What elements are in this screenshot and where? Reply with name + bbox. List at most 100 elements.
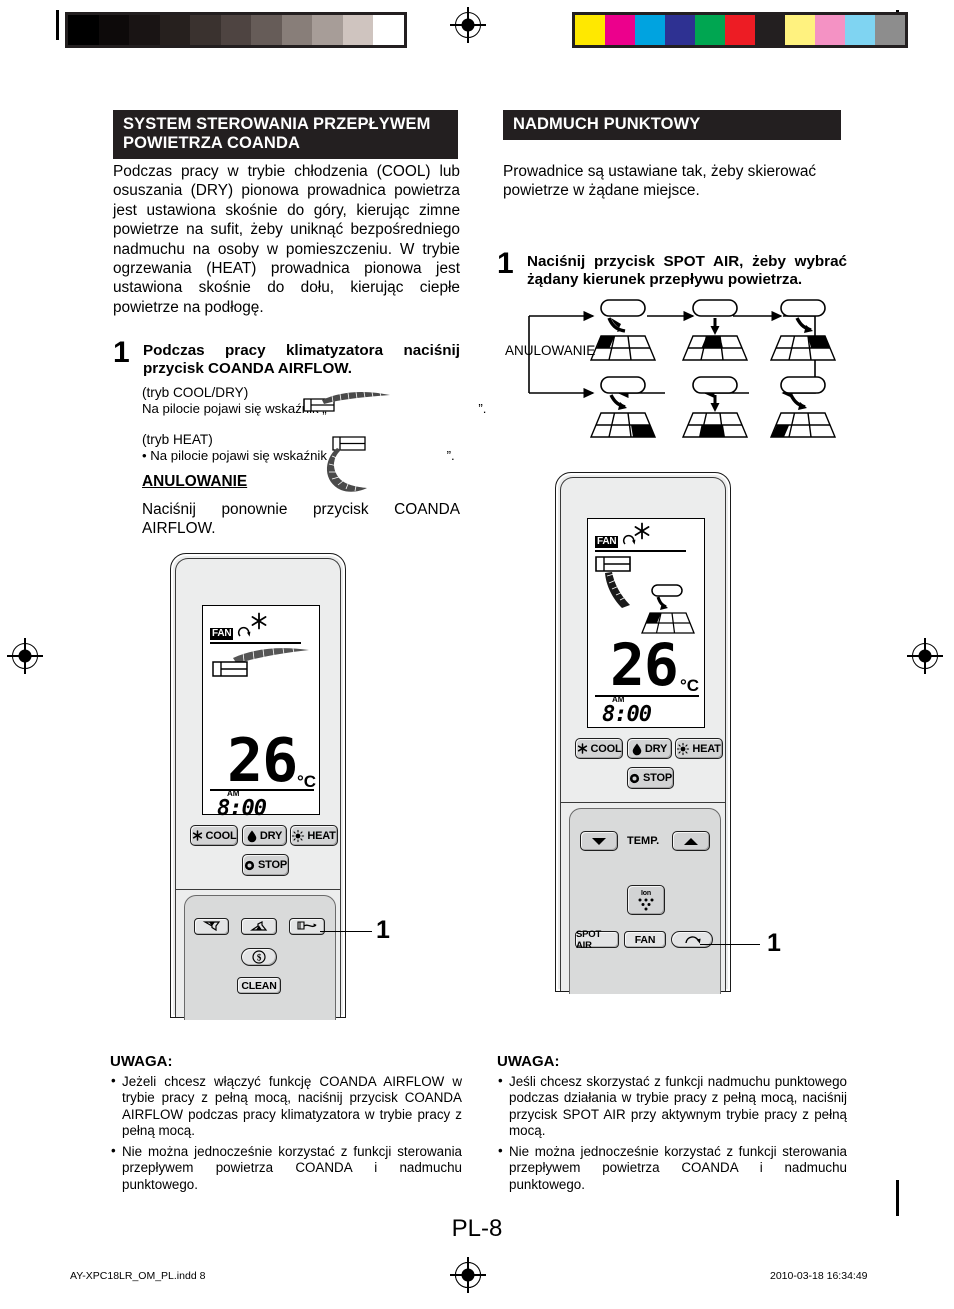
bullet: • — [498, 1143, 503, 1159]
water-drop-icon — [247, 830, 257, 842]
water-drop-icon — [632, 743, 642, 755]
left-intro-paragraph: Podczas pracy w trybie chłodzenia (COOL)… — [113, 163, 460, 316]
eco-button[interactable]: $ — [241, 948, 277, 966]
ion-button[interactable]: Ion — [627, 885, 665, 915]
right-remote-lcd: FAN 26 °C AM 8:00 — [587, 518, 705, 728]
temp-down-button[interactable] — [580, 831, 618, 851]
color-swatch-5 — [725, 15, 755, 45]
heat-button[interactable]: HEAT — [675, 738, 723, 759]
page-number: PL-8 — [451, 1215, 503, 1242]
left-note-title: UWAGA: — [110, 1053, 173, 1070]
spot-air-flow-diagram: ANULOWANIE — [497, 278, 847, 443]
left-remote-control: FAN 26 °C AM 8:00 COOL DRY HEAT STOP $ C… — [170, 553, 346, 1020]
lcd-underline — [595, 550, 686, 552]
left-mode-cool-label: (tryb COOL/DRY) — [142, 385, 249, 400]
right-intro-paragraph: Prowadnice są ustawiane tak, żeby skiero… — [503, 163, 817, 200]
left-callout-number: 1 — [376, 916, 390, 944]
left-mode-cool-line: Na pilocie pojawi się wskaźnik „ ”. — [142, 391, 487, 417]
lcd-divider — [595, 695, 699, 697]
lcd-temperature: 26 — [227, 726, 298, 796]
right-section-header: NADMUCH PUNKTOWY — [503, 110, 841, 140]
stop-button-label: STOP — [643, 772, 672, 784]
gray-swatch-0 — [68, 15, 99, 45]
right-section-header-text: NADMUCH PUNKTOWY — [503, 110, 841, 140]
diagram-cell-3 — [769, 299, 837, 361]
gray-swatch-5 — [220, 15, 251, 45]
lcd-clock: 8:00 — [217, 796, 267, 821]
stop-button-label: STOP — [258, 859, 287, 871]
dry-button[interactable]: DRY — [627, 738, 672, 759]
left-section-header: SYSTEM STEROWANIA PRZEPŁYWEM POWIETRZA C… — [113, 110, 458, 159]
color-swatch-2 — [635, 15, 665, 45]
triangle-down-icon — [591, 837, 607, 846]
left-mode-heat-text-after: ”. — [446, 448, 455, 463]
list-item: • Nie można jednocześnie korzystać z funk… — [110, 1143, 462, 1193]
stop-button[interactable]: STOP — [242, 854, 289, 876]
color-swatch-1 — [605, 15, 635, 45]
left-remote-lcd: FAN 26 °C AM 8:00 — [202, 605, 320, 821]
gray-swatch-8 — [312, 15, 343, 45]
temp-label: TEMP. — [627, 835, 660, 847]
diagram-cell-6 — [769, 376, 837, 438]
spot-air-button-label: SPOT AIR — [576, 928, 602, 951]
cool-button[interactable]: COOL — [575, 738, 623, 759]
footer-timestamp: 2010-03-18 16:34:49 — [770, 1270, 868, 1282]
crop-mark-bottom-right-v — [896, 1180, 899, 1216]
color-swatch-8 — [815, 15, 845, 45]
gray-swatch-1 — [98, 15, 129, 45]
heat-button-label: HEAT — [692, 742, 721, 755]
heat-button[interactable]: HEAT — [290, 825, 338, 846]
left-step-1-number: 1 — [113, 336, 130, 369]
color-swatch-9 — [845, 15, 875, 45]
swing-arrow-icon — [684, 934, 701, 945]
right-callout-line — [700, 944, 760, 946]
airflow-up-icon — [250, 921, 268, 932]
fan-button[interactable]: FAN — [624, 931, 666, 948]
diagram-cancel-label: ANULOWANIE — [505, 343, 596, 358]
gray-swatch-2 — [129, 15, 160, 45]
left-callout-line — [320, 931, 372, 933]
dry-button[interactable]: DRY — [242, 825, 287, 846]
right-note-item-1: Nie można jednocześnie korzystać z funkc… — [509, 1144, 847, 1192]
coanda-airflow-button[interactable] — [289, 918, 325, 935]
color-swatch-3 — [665, 15, 695, 45]
clean-button-label: CLEAN — [241, 979, 277, 992]
spot-air-diagram-svg — [528, 299, 837, 438]
svg-text:$: $ — [257, 953, 262, 963]
footer-filename: AY-XPC18LR_OM_PL.indd 8 — [70, 1270, 206, 1282]
dry-button-label: DRY — [259, 829, 283, 842]
left-mode-heat-text-before: • Na pilocie pojawi się wskaźnik „ — [142, 448, 335, 463]
dry-button-label: DRY — [644, 742, 668, 755]
diagram-cell-4 — [589, 376, 657, 438]
left-section-header-text: SYSTEM STEROWANIA PRZEPŁYWEM POWIETRZA C… — [113, 110, 458, 159]
lcd-fan-label: FAN — [210, 628, 234, 640]
diagram-cell-2 — [681, 299, 749, 361]
crop-mark-top-left-h — [56, 10, 59, 40]
clean-button[interactable]: CLEAN — [237, 977, 281, 994]
left-mode-heat-line: • Na pilocie pojawi się wskaźnik „ ”. — [142, 436, 455, 492]
air-direction-up-button[interactable] — [241, 918, 277, 935]
left-note-item-1: Nie można jednocześnie korzystać z funkc… — [122, 1144, 462, 1192]
left-cancel-text: Naciśnij ponownie przycisk COANDA AIRFLO… — [142, 501, 460, 538]
coanda-airflow-icon — [297, 921, 317, 932]
lcd-temperature: 26 — [610, 631, 679, 699]
right-remote-lower-panel: TEMP. Ion SPOT AIR FAN — [569, 808, 721, 994]
ion-dots-icon — [635, 897, 657, 913]
swing-button[interactable] — [671, 931, 713, 948]
air-direction-down-button[interactable] — [194, 918, 229, 935]
gray-swatch-3 — [159, 15, 190, 45]
spot-air-button[interactable]: SPOT AIR — [575, 928, 619, 951]
temp-up-button[interactable] — [672, 831, 710, 851]
snowflake-icon — [192, 830, 203, 841]
remote-panel-divider — [561, 802, 725, 804]
cool-button[interactable]: COOL — [190, 825, 238, 846]
gray-swatch-6 — [251, 15, 282, 45]
stop-button[interactable]: STOP — [627, 767, 674, 789]
lcd-fan-label: FAN — [595, 536, 619, 548]
color-swatch-4 — [695, 15, 725, 45]
spot-air-grid-icon — [592, 553, 704, 639]
color-swatch-0 — [575, 15, 605, 45]
ion-label: Ion — [641, 889, 651, 897]
cool-button-label: COOL — [590, 742, 622, 755]
left-mode-cool-text-after: ”. — [478, 401, 487, 416]
